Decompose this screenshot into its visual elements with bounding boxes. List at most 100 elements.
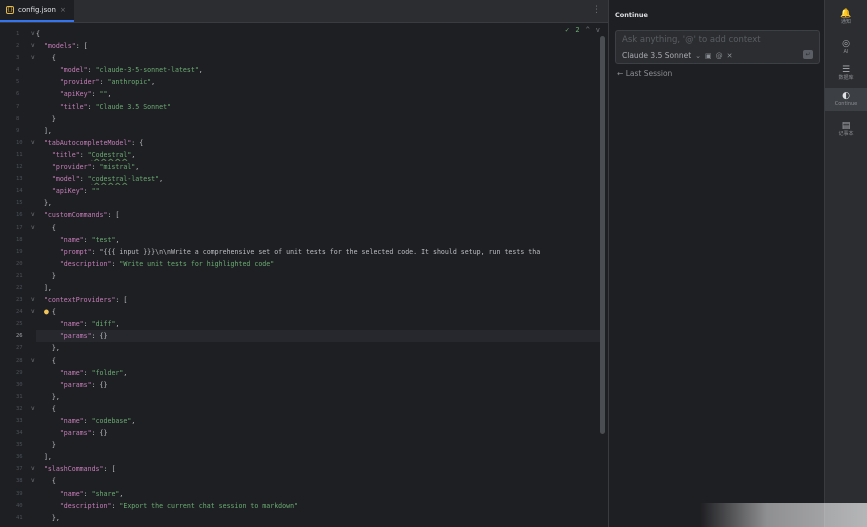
- code-line[interactable]: "slashCommands": [: [36, 463, 604, 475]
- more-options-icon[interactable]: ⋮: [592, 6, 601, 15]
- line-number-gutter: 1 v 2 v 3 v 4 5 6 7 8 9 10 v 11 12 13 14 15 16 v 17 v 18 19 20 21 2…: [0, 28, 49, 524]
- fold-chevron-icon[interactable]: v: [31, 306, 35, 318]
- code-line[interactable]: "apiKey": "": [36, 185, 604, 197]
- code-line[interactable]: ],: [36, 125, 604, 137]
- code-line[interactable]: "name": "share",: [36, 488, 604, 500]
- fold-chevron-icon[interactable]: v: [31, 403, 35, 415]
- tools-icon[interactable]: ✕: [727, 52, 733, 60]
- code-line[interactable]: "models": [: [36, 40, 604, 52]
- fold-chevron-icon[interactable]: v: [31, 222, 35, 234]
- code-line[interactable]: "name": "diff",: [36, 318, 604, 330]
- code-line[interactable]: {: [36, 52, 604, 64]
- code-line[interactable]: },: [36, 197, 604, 209]
- code-line[interactable]: {: [36, 355, 604, 367]
- code-line[interactable]: },: [36, 391, 604, 403]
- code-line[interactable]: ],: [36, 282, 604, 294]
- continue-icon: ◐: [842, 91, 850, 101]
- close-icon[interactable]: ×: [60, 6, 66, 14]
- line-number: 11: [16, 151, 23, 158]
- line-number: 1v: [0, 28, 36, 40]
- sidebar-item-ai[interactable]: ◎ AI: [825, 36, 867, 59]
- line-number: 7: [16, 103, 20, 110]
- code-line[interactable]: "name": "codebase",: [36, 415, 604, 427]
- code-line[interactable]: "contextProviders": [: [36, 294, 604, 306]
- code-line[interactable]: }: [36, 439, 604, 451]
- line-number: 41: [16, 514, 23, 521]
- tab-config-json[interactable]: {} config.json ×: [0, 0, 74, 22]
- code-line[interactable]: "provider": "anthropic",: [36, 76, 604, 88]
- code-line[interactable]: "title": "Codestral",: [36, 149, 604, 161]
- fold-chevron-icon[interactable]: v: [31, 52, 35, 64]
- code-line[interactable]: }: [36, 270, 604, 282]
- code-line[interactable]: "prompt": "{{{ input }}}\n\nWrite a comp…: [36, 246, 604, 258]
- sidebar-item-database[interactable]: ☰ 数据库: [825, 62, 867, 85]
- sidebar-item-bell[interactable]: 🔔 通知: [825, 6, 867, 29]
- code-line[interactable]: "description": "Export the current chat …: [36, 500, 604, 512]
- right-tool-sidebar: 🔔 通知 ◎ AI ☰ 数据库 ◐ Continue ▤ 记事本: [824, 0, 867, 527]
- fold-chevron-icon[interactable]: v: [31, 463, 35, 475]
- fold-chevron-icon[interactable]: v: [31, 28, 35, 40]
- line-number: 24 v ●: [0, 306, 49, 318]
- code-line[interactable]: {: [36, 222, 604, 234]
- back-arrow-icon: ←: [617, 69, 624, 78]
- line-number: 23 v: [0, 294, 36, 306]
- code-line[interactable]: "apiKey": "",: [36, 88, 604, 100]
- model-selector-row: Claude 3.5 Sonnet ⌄ ▣ @ ✕: [622, 51, 733, 60]
- sidebar-item-label: Continue: [834, 101, 858, 107]
- chat-input[interactable]: Ask anything, '@' to add context: [622, 35, 761, 45]
- watermark-strip: [700, 503, 867, 527]
- line-number: 2v: [0, 40, 36, 52]
- code-line[interactable]: },: [36, 342, 604, 354]
- code-line[interactable]: "params": {}: [36, 379, 604, 391]
- line-number: 12: [16, 164, 23, 171]
- image-icon[interactable]: ▣: [705, 52, 712, 60]
- line-number: 37 v: [0, 463, 36, 475]
- line-number: 10 v: [0, 137, 36, 149]
- line-number: 32 v: [0, 403, 36, 415]
- line-number: 20: [16, 260, 23, 267]
- code-line[interactable]: ],: [36, 451, 604, 463]
- chat-input-box[interactable]: Ask anything, '@' to add context Claude …: [615, 30, 820, 64]
- line-number: 19: [16, 248, 23, 255]
- editor: {} config.json × ⋮ ✓ 2 ^ v 1v2v3v4567891…: [0, 0, 608, 527]
- code-line[interactable]: "name": "folder",: [36, 367, 604, 379]
- code-area[interactable]: { "models": [ { "model": "claude-3-5-son…: [36, 28, 604, 524]
- code-line[interactable]: "description": "Write unit tests for hig…: [36, 258, 604, 270]
- send-button[interactable]: ↵: [803, 50, 813, 59]
- code-line[interactable]: }: [36, 113, 604, 125]
- fold-chevron-icon[interactable]: v: [31, 137, 35, 149]
- code-line[interactable]: "params": {}: [36, 427, 604, 439]
- sidebar-item-continue[interactable]: ◐ Continue: [825, 88, 867, 111]
- line-number: 6: [16, 91, 20, 98]
- code-line[interactable]: "model": "codestral-latest",: [36, 173, 604, 185]
- fold-chevron-icon[interactable]: v: [31, 209, 35, 221]
- sidebar-item-notebook[interactable]: ▤ 记事本: [825, 118, 867, 141]
- code-line[interactable]: "title": "Claude 3.5 Sonnet": [36, 101, 604, 113]
- line-number: 22: [16, 284, 23, 291]
- code-line[interactable]: {: [36, 28, 604, 40]
- code-line[interactable]: },: [36, 512, 604, 524]
- last-session-link[interactable]: ← Last Session: [617, 69, 672, 78]
- code-line[interactable]: "tabAutocompleteModel": {: [36, 137, 604, 149]
- fold-chevron-icon[interactable]: v: [31, 294, 35, 306]
- code-line[interactable]: {: [36, 475, 604, 487]
- code-line[interactable]: "params": {}: [36, 330, 604, 343]
- code-line[interactable]: "customCommands": [: [36, 209, 604, 221]
- vertical-scrollbar[interactable]: [600, 36, 605, 434]
- line-number: 17 v: [0, 222, 36, 234]
- sidebar-item-label: 通知: [840, 19, 851, 25]
- fold-chevron-icon[interactable]: v: [31, 475, 35, 487]
- code-line[interactable]: "name": "test",: [36, 234, 604, 246]
- at-icon[interactable]: @: [716, 52, 723, 60]
- fold-chevron-icon[interactable]: v: [31, 40, 35, 52]
- code-line[interactable]: {: [36, 306, 604, 318]
- code-line[interactable]: "model": "claude-3-5-sonnet-latest",: [36, 64, 604, 76]
- model-selector[interactable]: Claude 3.5 Sonnet: [622, 51, 691, 60]
- code-line[interactable]: {: [36, 403, 604, 415]
- line-number: 21: [16, 272, 23, 279]
- fold-chevron-icon[interactable]: v: [31, 355, 35, 367]
- line-number: 33: [16, 418, 23, 424]
- continue-panel: Continue Ask anything, '@' to add contex…: [608, 0, 824, 527]
- chevron-down-icon[interactable]: ⌄: [695, 52, 701, 60]
- code-line[interactable]: "provider": "mistral",: [36, 161, 604, 173]
